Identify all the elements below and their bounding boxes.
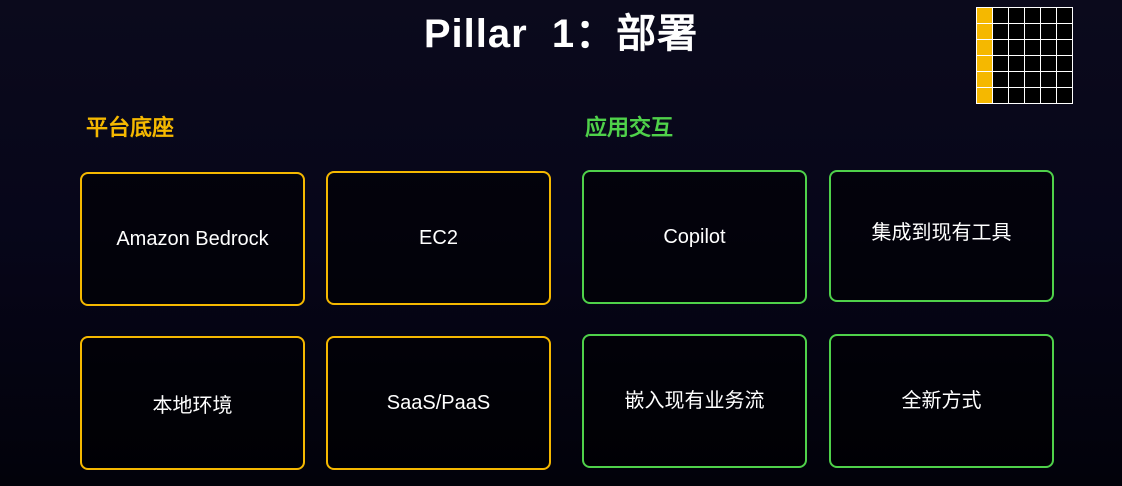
card-copilot: Copilot xyxy=(582,170,807,304)
grid-cell xyxy=(1041,40,1056,55)
grid-cell xyxy=(1041,24,1056,39)
grid-cell xyxy=(1057,8,1072,23)
card-label: Copilot xyxy=(663,225,726,248)
grid-cell xyxy=(993,24,1008,39)
grid-cell xyxy=(1057,40,1072,55)
card-label: 本地环境 xyxy=(152,394,233,417)
card-label: 集成到现有工具 xyxy=(871,221,1012,244)
grid-cell xyxy=(1025,88,1040,103)
grid-cell xyxy=(993,56,1008,71)
section-heading-platform: 平台底座 xyxy=(86,115,175,140)
grid-cell xyxy=(977,56,992,71)
card-label: Amazon Bedrock xyxy=(116,227,269,250)
grid-cell xyxy=(993,8,1008,23)
grid-cell xyxy=(1057,24,1072,39)
card-amazon-bedrock: Amazon Bedrock xyxy=(80,172,305,306)
grid-cell xyxy=(1057,88,1072,103)
grid-cell xyxy=(977,40,992,55)
grid-cell xyxy=(1009,24,1024,39)
grid-cell xyxy=(1041,88,1056,103)
grid-cell xyxy=(1025,56,1040,71)
card-label: EC2 xyxy=(419,226,458,249)
grid-cell xyxy=(1009,72,1024,87)
grid-cell xyxy=(1025,8,1040,23)
grid-cell xyxy=(1009,8,1024,23)
grid-cell xyxy=(977,24,992,39)
grid-cell xyxy=(977,8,992,23)
grid-cell xyxy=(1009,56,1024,71)
grid-cell xyxy=(1057,56,1072,71)
card-embed-business-flow: 嵌入现有业务流 xyxy=(582,334,807,468)
grid-cell xyxy=(1009,88,1024,103)
grid-progress-icon xyxy=(976,7,1073,104)
grid-cell xyxy=(1025,40,1040,55)
card-local-environment: 本地环境 xyxy=(80,336,305,470)
slide-title: Pillar 1：部署 xyxy=(423,12,699,56)
card-ec2: EC2 xyxy=(326,171,551,305)
grid-cell xyxy=(1009,40,1024,55)
grid-cell xyxy=(1041,56,1056,71)
grid-cell xyxy=(993,40,1008,55)
card-new-approach: 全新方式 xyxy=(829,334,1054,468)
grid-cell xyxy=(993,72,1008,87)
grid-cell xyxy=(993,88,1008,103)
card-label: 全新方式 xyxy=(901,389,982,412)
grid-cell xyxy=(977,72,992,87)
section-heading-interaction: 应用交互 xyxy=(585,115,674,140)
card-label: 嵌入现有业务流 xyxy=(624,389,765,412)
grid-cell xyxy=(1025,72,1040,87)
card-label: SaaS/PaaS xyxy=(386,391,491,414)
grid-cell xyxy=(1025,24,1040,39)
grid-cell xyxy=(1057,72,1072,87)
card-integrate-existing-tools: 集成到现有工具 xyxy=(829,170,1054,302)
grid-cell xyxy=(1041,72,1056,87)
grid-cell xyxy=(1041,8,1056,23)
card-saas-paas: SaaS/PaaS xyxy=(326,336,551,470)
grid-cell xyxy=(977,88,992,103)
